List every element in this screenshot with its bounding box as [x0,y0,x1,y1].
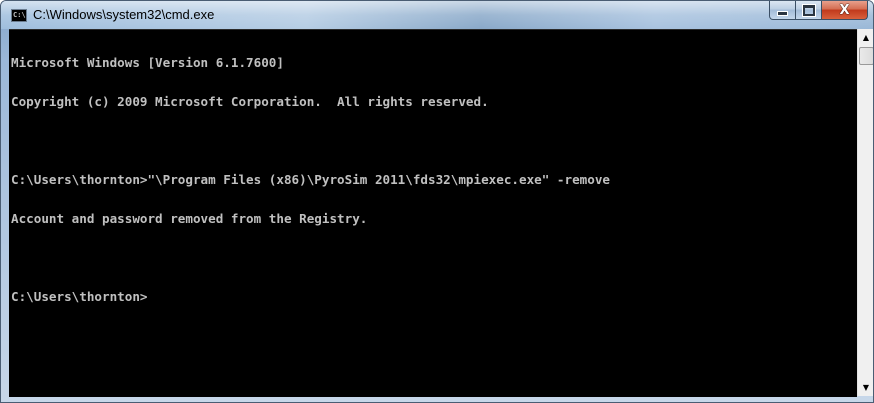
console-text: Microsoft Windows [Version 6.1.7600] Cop… [11,30,857,397]
window-bottom-border [1,394,873,402]
caption-buttons: X [769,1,868,21]
arrow-up-icon: ▲ [862,33,870,42]
scrollbar-thumb[interactable] [859,47,873,65]
cmd-icon-label: C:\ [13,11,26,19]
maximize-icon [801,3,816,17]
console-line: C:\Users\thornton>"\Program Files (x86)\… [11,172,610,187]
minimize-icon [777,10,788,16]
console-line: Account and password removed from the Re… [11,211,368,226]
maximize-button[interactable] [796,1,822,20]
window-title: C:\Windows\system32\cmd.exe [33,7,215,22]
arrow-down-icon: ▼ [862,383,870,392]
console-line: Microsoft Windows [Version 6.1.7600] [11,55,284,70]
cmd-icon[interactable]: C:\ [11,9,27,22]
title-bar[interactable]: C:\ C:\Windows\system32\cmd.exe X [1,1,873,29]
close-icon: X [839,2,850,18]
console-prompt: C:\Users\thornton> [11,289,148,304]
console-output[interactable]: Microsoft Windows [Version 6.1.7600] Cop… [9,29,857,397]
console-line: Copyright (c) 2009 Microsoft Corporation… [11,94,489,109]
cmd-window: C:\ C:\Windows\system32\cmd.exe X Micros… [0,0,874,403]
close-button[interactable]: X [822,1,868,20]
vertical-scrollbar[interactable]: ▲ ▼ [857,29,873,396]
minimize-button[interactable] [769,1,796,20]
scroll-up-button[interactable]: ▲ [858,29,873,46]
